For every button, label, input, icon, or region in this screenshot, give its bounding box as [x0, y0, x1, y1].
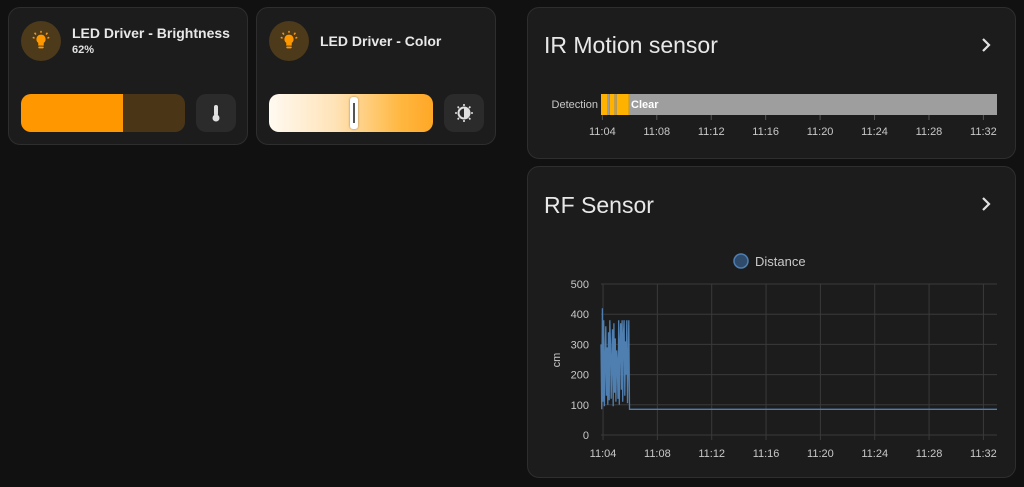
timeline-segment-clear[interactable] — [614, 94, 617, 115]
x-tick-label: 11:12 — [698, 448, 725, 460]
led-bulb-icon[interactable] — [21, 21, 61, 61]
x-tick-label: 11:24 — [861, 448, 888, 460]
legend-marker — [733, 253, 749, 269]
x-tick-label: 11:08 — [643, 126, 670, 138]
y-tick-label: 400 — [571, 309, 589, 321]
y-tick-label: 0 — [583, 430, 589, 442]
ir-motion-card: IR Motion sensor Detection Clear 11:04 11… — [527, 7, 1016, 159]
led-brightness-tile: LED Driver - Brightness 62% — [8, 7, 248, 145]
tile-name: LED Driver - Color — [320, 33, 442, 49]
legend-label: Distance — [755, 254, 806, 269]
y-tick-label: 200 — [571, 370, 589, 382]
rf-line-chart: Distance cm 0 100 200 300 400 500 11:04 11:08 1… — [551, 253, 997, 460]
x-tick-label: 11:16 — [753, 448, 780, 460]
thermometer-icon — [212, 105, 220, 122]
x-tick-label: 11:32 — [970, 126, 997, 138]
brightness-slider-fill — [21, 94, 123, 132]
x-tick-label: 11:16 — [752, 126, 779, 138]
x-tick-label: 11:04 — [589, 126, 616, 138]
rf-sensor-card: RF Sensor Distance cm 0 100 200 300 400 500 1… — [527, 166, 1016, 478]
color-temperature-slider[interactable] — [269, 94, 433, 132]
tile-name: LED Driver - Brightness — [72, 25, 230, 41]
x-tick-label: 11:20 — [807, 126, 834, 138]
timeline-segment-detected[interactable] — [616, 94, 629, 115]
distance-series-line — [600, 308, 997, 410]
y-tick-label: 300 — [571, 339, 589, 351]
x-tick-label: 11:08 — [644, 448, 671, 460]
brightness-icon — [455, 104, 473, 122]
timeline-segment-detected[interactable] — [609, 94, 615, 115]
y-axis-label: cm — [551, 353, 563, 368]
brightness-slider[interactable] — [21, 94, 185, 132]
x-tick-label: 11:24 — [861, 126, 888, 138]
color-temp-mode-button[interactable] — [196, 94, 236, 132]
y-tick-label: 500 — [571, 279, 589, 291]
timeline-row-label: Detection — [552, 99, 598, 111]
timeline-state-label: Clear — [631, 99, 659, 111]
x-tick-label: 11:20 — [807, 448, 834, 460]
x-tick-label: 11:04 — [590, 448, 617, 460]
legend-item-distance[interactable]: Distance — [733, 253, 806, 269]
x-tick-label: 11:28 — [916, 448, 943, 460]
x-tick-label: 11:32 — [970, 448, 997, 460]
y-tick-label: 100 — [571, 400, 589, 412]
led-color-tile: LED Driver - Color — [256, 7, 496, 145]
brightness-mode-button[interactable] — [444, 94, 484, 132]
color-temp-handle[interactable] — [350, 97, 359, 129]
tile-state: 62% — [72, 44, 95, 56]
x-tick-label: 11:28 — [916, 126, 943, 138]
timeline-segment-clear[interactable] — [607, 94, 610, 115]
timeline-segment-clear[interactable] — [628, 94, 997, 115]
x-tick-label: 11:12 — [698, 126, 725, 138]
led-bulb-icon[interactable] — [269, 21, 309, 61]
ir-timeline-chart: Detection Clear 11:04 11:08 11:12 11:16 11:2… — [552, 94, 997, 138]
timeline-segment-detected[interactable] — [601, 94, 608, 115]
